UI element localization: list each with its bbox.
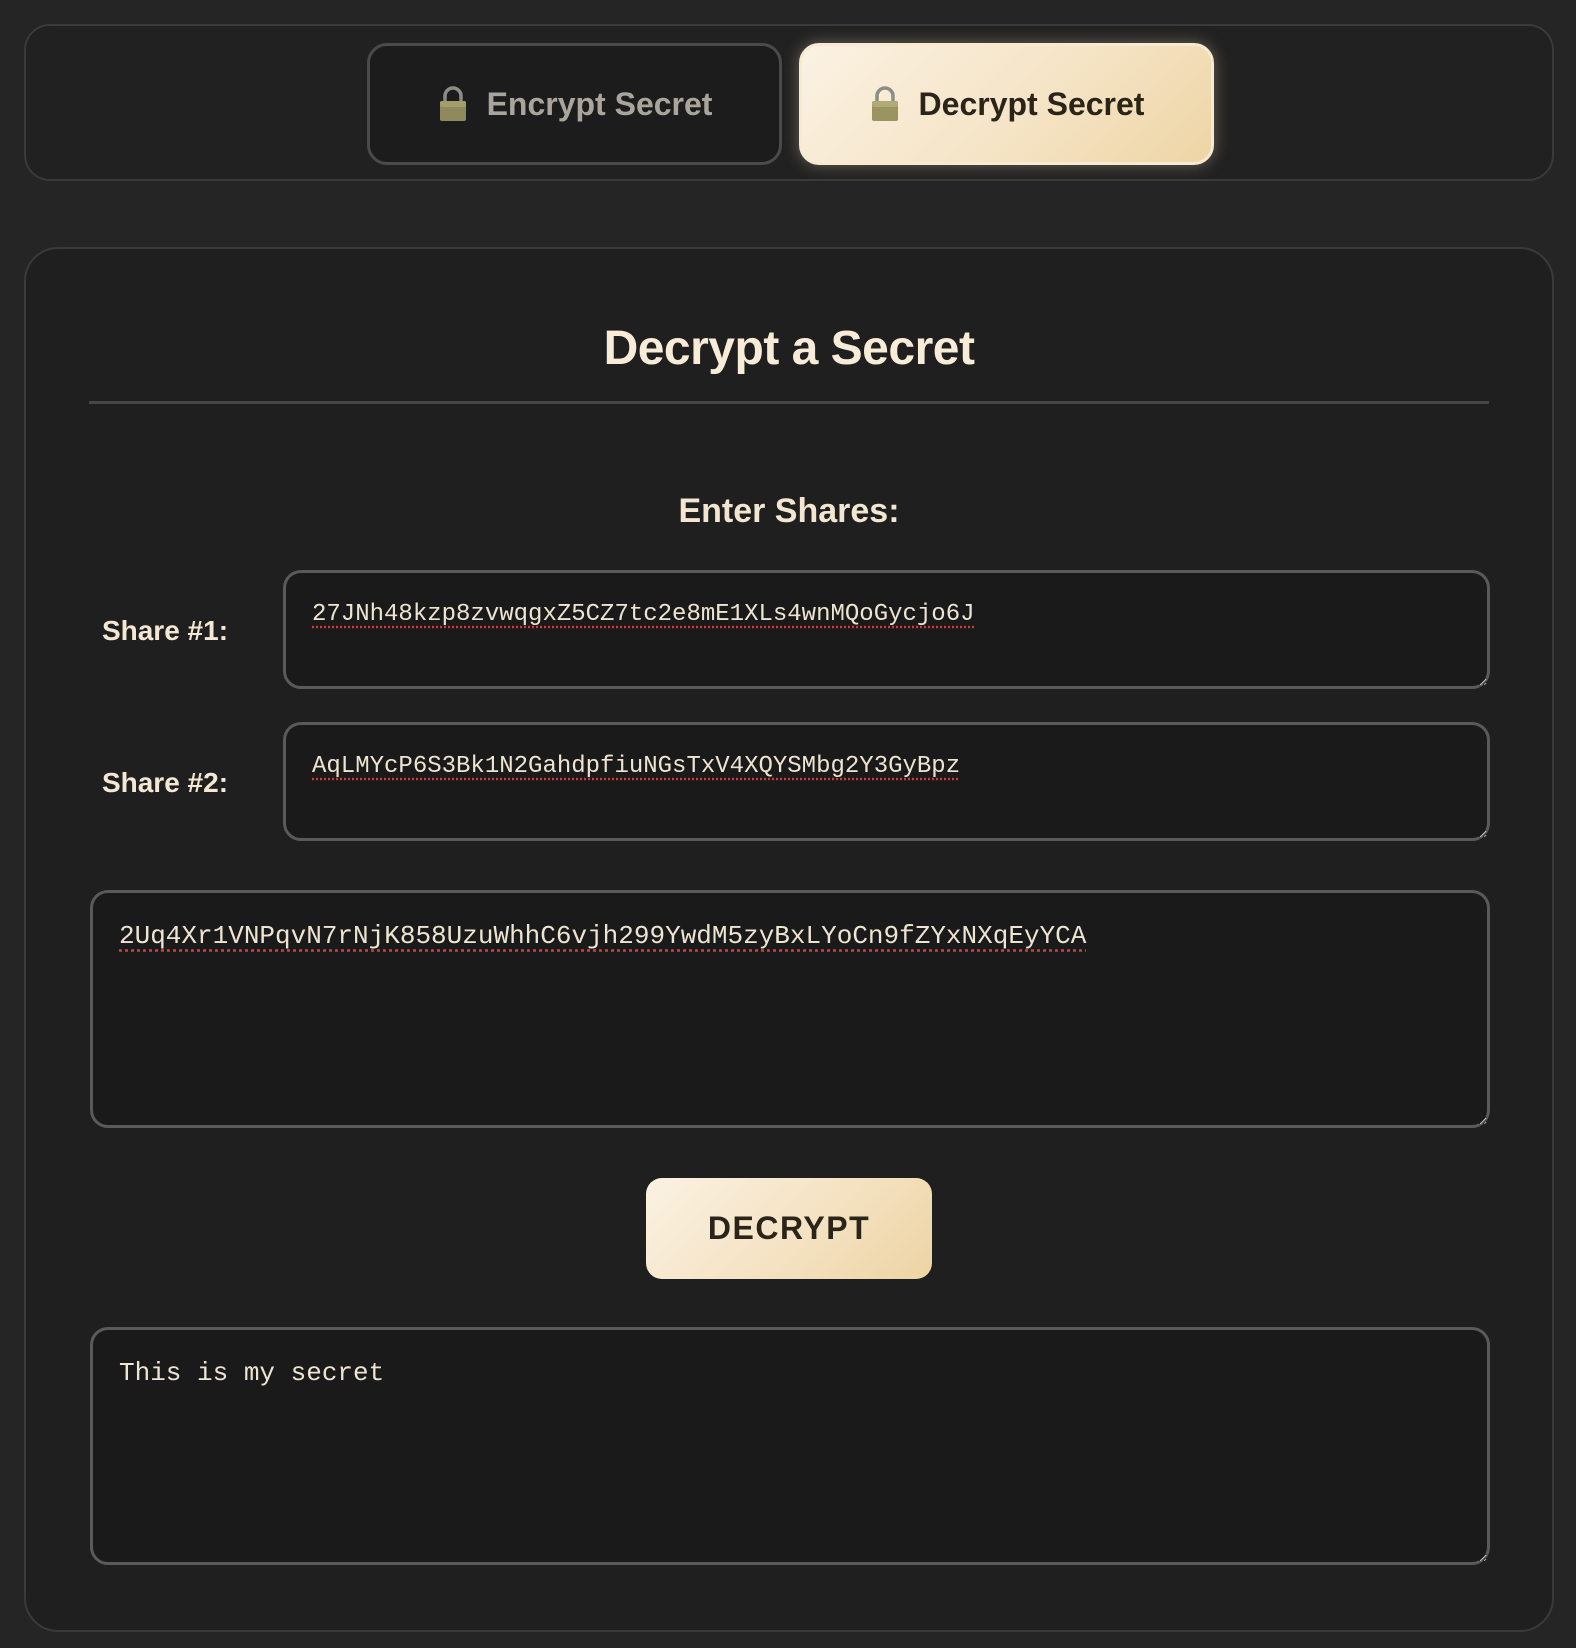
- decrypt-panel: Decrypt a Secret Enter Shares: Share #1:…: [24, 247, 1554, 1632]
- mode-tab-bar: Encrypt Secret Decrypt Secret: [24, 24, 1554, 181]
- tab-decrypt-label: Decrypt Secret: [918, 85, 1145, 122]
- lock-icon: [871, 86, 898, 121]
- share-2-input[interactable]: AqLMYcP6S3Bk1N2GahdpfiuNGsTxV4XQYSMbg2Y3…: [283, 722, 1490, 841]
- ciphertext-input[interactable]: 2Uq4Xr1VNPqvN7rNjK858UzuWhhC6vjh299YwdM5…: [90, 890, 1490, 1128]
- title-divider: [89, 401, 1489, 404]
- shares-heading: Enter Shares:: [678, 492, 900, 530]
- page-title: Decrypt a Secret: [603, 322, 975, 375]
- decrypted-result-output[interactable]: This is my secret: [90, 1327, 1490, 1565]
- share-1-label: Share #1:: [101, 615, 229, 646]
- tab-encrypt-label: Encrypt Secret: [486, 85, 713, 122]
- tab-decrypt-secret[interactable]: Decrypt Secret: [799, 43, 1214, 165]
- share-1-input[interactable]: 27JNh48kzp8zvwqgxZ5CZ7tc2e8mE1XLs4wnMQoG…: [283, 570, 1490, 689]
- tab-encrypt-secret[interactable]: Encrypt Secret: [367, 43, 782, 165]
- lock-icon: [439, 86, 466, 121]
- decrypt-button[interactable]: DECRYPT: [646, 1178, 932, 1279]
- share-2-label: Share #2:: [101, 767, 229, 798]
